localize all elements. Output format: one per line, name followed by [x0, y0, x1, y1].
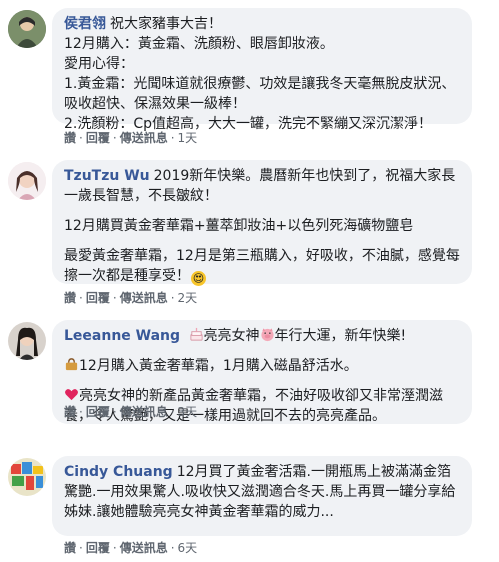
comment-actions: 讚 · 回覆 · 傳送訊息 · 3天	[64, 405, 198, 419]
reply-button[interactable]: 回覆	[86, 541, 110, 555]
comment-actions: 讚 · 回覆 · 傳送訊息 · 2天	[64, 291, 198, 305]
comment-text: 祝大家豬事大吉！	[110, 16, 222, 32]
avatar[interactable]	[8, 162, 46, 200]
red-heart-icon	[65, 389, 78, 401]
pig-face-icon	[260, 328, 274, 342]
comment-text: 12月購入黃金奢華霜，1月購入磁晶舒活水。	[79, 358, 358, 374]
comment-bubble: TzuTzu Wu 2019新年快樂。農曆新年也快到了，祝福大家長一歲長智慧，不長…	[52, 160, 472, 286]
send-message-button[interactable]: 傳送訊息	[120, 131, 168, 145]
like-button[interactable]: 讚	[64, 541, 76, 555]
timestamp[interactable]: 3天	[178, 405, 198, 419]
reply-button[interactable]: 回覆	[86, 131, 110, 145]
commenter-name[interactable]: 侯君翎	[64, 16, 106, 32]
send-message-button[interactable]: 傳送訊息	[120, 405, 168, 419]
comment-text: 1.黃金霜：光聞味道就很療鬱、功效是讓我冬天毫無脫皮狀況、吸收超快、保濕效果一級…	[64, 76, 456, 112]
send-message-button[interactable]: 傳送訊息	[120, 291, 168, 305]
comment-bubble: Cindy Chuang 12月買了黃金奢活霜.一開瓶馬上被滿滿金箔驚艷.一用效果…	[52, 456, 472, 536]
comment-text: 12月購買黃金奢華霜+薑萃卸妝油+以色列死海礦物鹽皂	[64, 218, 414, 234]
like-button[interactable]: 讚	[64, 291, 76, 305]
comment-actions: 讚 · 回覆 · 傳送訊息 · 6天	[64, 541, 198, 555]
reply-button[interactable]: 回覆	[86, 291, 110, 305]
send-message-button[interactable]: 傳送訊息	[120, 541, 168, 555]
commenter-name[interactable]: Cindy Chuang	[64, 464, 173, 480]
comment-text: 12月購入：黃金霜、洗顏粉、眼唇卸妝液。	[64, 36, 334, 52]
avatar[interactable]	[8, 10, 46, 48]
comment-text: 愛用心得：	[64, 56, 134, 72]
birthday-cake-icon	[189, 327, 203, 341]
avatar[interactable]	[8, 322, 46, 360]
like-button[interactable]: 讚	[64, 405, 76, 419]
comment-text: 亮亮女神	[203, 328, 260, 344]
timestamp[interactable]: 1天	[178, 131, 198, 145]
comment-text: 年行大運，新年快樂!	[274, 328, 407, 344]
comment-bubble: 侯君翎 祝大家豬事大吉！ 12月購入：黃金霜、洗顏粉、眼唇卸妝液。 愛用心得： 1…	[52, 8, 472, 132]
timestamp[interactable]: 6天	[178, 541, 198, 555]
timestamp[interactable]: 2天	[178, 291, 198, 305]
handbag-icon	[65, 358, 78, 371]
heart-eyes-emoji-icon: 😍	[191, 271, 206, 286]
comment-actions: 讚 · 回覆 · 傳送訊息 · 1天	[64, 131, 198, 145]
avatar[interactable]	[8, 458, 46, 496]
like-button[interactable]: 讚	[64, 131, 76, 145]
reply-button[interactable]: 回覆	[86, 405, 110, 419]
commenter-name[interactable]: TzuTzu Wu	[64, 168, 150, 184]
commenter-name[interactable]: Leeanne Wang	[64, 328, 180, 344]
comment-text: 最愛黃金奢華霜，12月是第三瓶購入，好吸收，不油膩，感覺每擦一次都是種享受！	[64, 248, 460, 284]
